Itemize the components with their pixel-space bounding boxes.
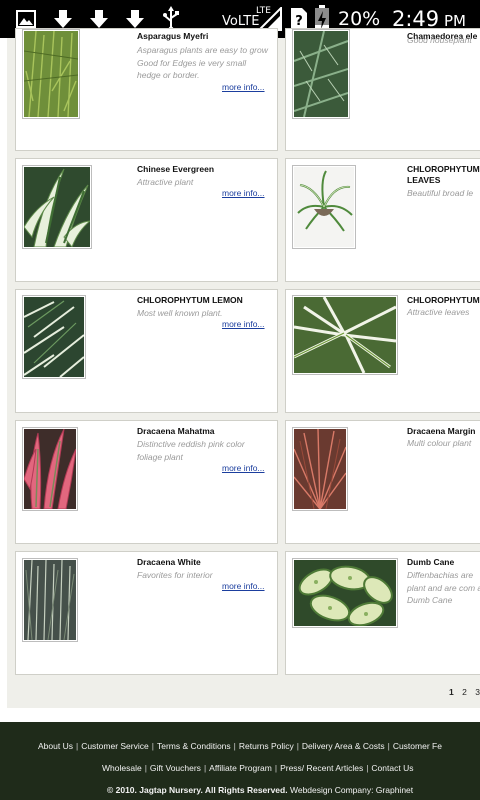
more-info-link[interactable]: more info... — [222, 188, 265, 198]
product-card[interactable]: Dracaena Mahatma Distinctive reddish pin… — [15, 420, 278, 544]
product-card[interactable]: Dracaena Margin Multi colour plant — [285, 420, 480, 544]
footer-link-affiliate[interactable]: Affiliate Program — [209, 763, 272, 773]
battery-percent: 20% — [338, 8, 381, 30]
product-image[interactable] — [292, 558, 398, 628]
product-image[interactable] — [292, 295, 398, 375]
product-description: Multi colour plant — [407, 438, 472, 448]
more-info-link[interactable]: more info... — [222, 319, 265, 329]
product-image[interactable] — [22, 29, 80, 119]
separator: | — [387, 741, 390, 751]
more-info-link[interactable]: more info... — [222, 463, 265, 473]
product-card[interactable]: Dracaena White Favorites for interior mo… — [15, 551, 278, 675]
product-title[interactable]: CHLOROPHYTUM LEMON — [137, 295, 243, 306]
webdesign-credit-link[interactable]: Webdesign Company: Graphinet — [290, 785, 413, 795]
product-description: Beautiful broad le — [407, 188, 474, 198]
product-title[interactable]: Asparagus Myefri — [137, 31, 208, 42]
gallery-icon — [16, 10, 36, 28]
footer-links-row: About Us | Customer Service | Terms & Condit… — [38, 741, 480, 751]
more-info-link[interactable]: more info... — [222, 581, 265, 591]
product-title[interactable]: Dracaena Mahatma — [137, 426, 214, 437]
footer-link-terms[interactable]: Terms & Conditions — [157, 741, 231, 751]
product-card[interactable]: Asparagus Myefri Asparagus plants are ea… — [15, 28, 278, 151]
product-image[interactable] — [22, 558, 78, 642]
product-image[interactable] — [292, 165, 356, 249]
page-link-current[interactable]: 1 — [449, 687, 454, 697]
product-card[interactable]: CHLOROPHYTUM Attractive leaves — [285, 289, 480, 413]
separator: | — [151, 741, 154, 751]
download-icon — [54, 10, 72, 28]
product-description: Diffenbachias are plant and are com as D… — [407, 570, 480, 605]
product-description: Asparagus plants are easy to grow Good f… — [137, 45, 268, 80]
footer-link-contact[interactable]: Contact Us — [371, 763, 413, 773]
separator: | — [144, 763, 147, 773]
separator: | — [296, 741, 299, 751]
product-card[interactable]: CHLOROPHYTUM LEAVES Beautiful broad le — [285, 158, 480, 282]
page-link[interactable]: 2 — [462, 687, 467, 697]
product-card[interactable]: Chamaedorea ele Good houseplant — [285, 28, 480, 151]
separator: | — [75, 741, 79, 751]
product-title[interactable]: CHLOROPHYTUM — [407, 295, 480, 306]
footer-link-wholesale[interactable]: Wholesale — [102, 763, 142, 773]
product-description: Good houseplant — [407, 35, 472, 45]
footer-link-customer-service[interactable]: Customer Service — [81, 741, 149, 751]
footer-link-customer-feedback[interactable]: Customer Fe — [393, 741, 442, 751]
product-description: Attractive plant — [137, 177, 194, 187]
product-image[interactable] — [292, 427, 348, 511]
site-footer: About Us | Customer Service | Terms & Condit… — [0, 722, 480, 800]
page-link[interactable]: 3 — [475, 687, 480, 697]
product-image[interactable] — [22, 427, 78, 511]
footer-link-delivery[interactable]: Delivery Area & Costs — [302, 741, 385, 751]
product-description: Distinctive reddish pink color foliage p… — [137, 439, 245, 462]
product-description: Favorites for interior — [137, 570, 213, 580]
separator: | — [274, 763, 278, 773]
product-card[interactable]: CHLOROPHYTUM LEMON Most well known plant… — [15, 289, 278, 413]
separator: | — [233, 741, 236, 751]
product-image[interactable] — [22, 295, 86, 379]
footer-link-press[interactable]: Press/ Recent Articles — [280, 763, 363, 773]
product-title[interactable]: Dracaena White — [137, 557, 201, 568]
download-icon — [126, 10, 144, 28]
product-description: Most well known plant. — [137, 308, 223, 318]
product-description: Attractive leaves — [407, 307, 470, 317]
product-title[interactable]: Dumb Cane — [407, 557, 454, 568]
download-icon — [90, 10, 108, 28]
product-title[interactable]: Chinese Evergreen — [137, 164, 214, 175]
product-list: Asparagus Myefri Asparagus plants are ea… — [7, 28, 480, 708]
product-card[interactable]: Dumb Cane Diffenbachias are plant and ar… — [285, 551, 480, 675]
footer-link-about[interactable]: About Us — [38, 741, 73, 751]
product-title[interactable]: CHLOROPHYTUM LEAVES — [407, 164, 480, 186]
product-image[interactable] — [292, 29, 350, 119]
product-card[interactable]: Chinese Evergreen Attractive plant more … — [15, 158, 278, 282]
footer-copyright-row: © 2010. Jagtap Nursery. All Rights Reser… — [107, 785, 480, 795]
network-type-label: VoLTE — [222, 14, 260, 29]
copyright-text: © 2010. Jagtap Nursery. All Rights Reser… — [107, 785, 288, 795]
footer-link-gift-vouchers[interactable]: Gift Vouchers — [150, 763, 201, 773]
more-info-link[interactable]: more info... — [222, 82, 265, 92]
footer-links-row: Wholesale | Gift Vouchers | Affiliate Progra… — [102, 763, 480, 773]
separator: | — [203, 763, 207, 773]
svg-text:?: ? — [295, 14, 303, 29]
pagination: 1 2 3 — [443, 687, 480, 697]
footer-link-returns[interactable]: Returns Policy — [239, 741, 294, 751]
product-title[interactable]: Dracaena Margin — [407, 426, 476, 437]
product-image[interactable] — [22, 165, 92, 249]
